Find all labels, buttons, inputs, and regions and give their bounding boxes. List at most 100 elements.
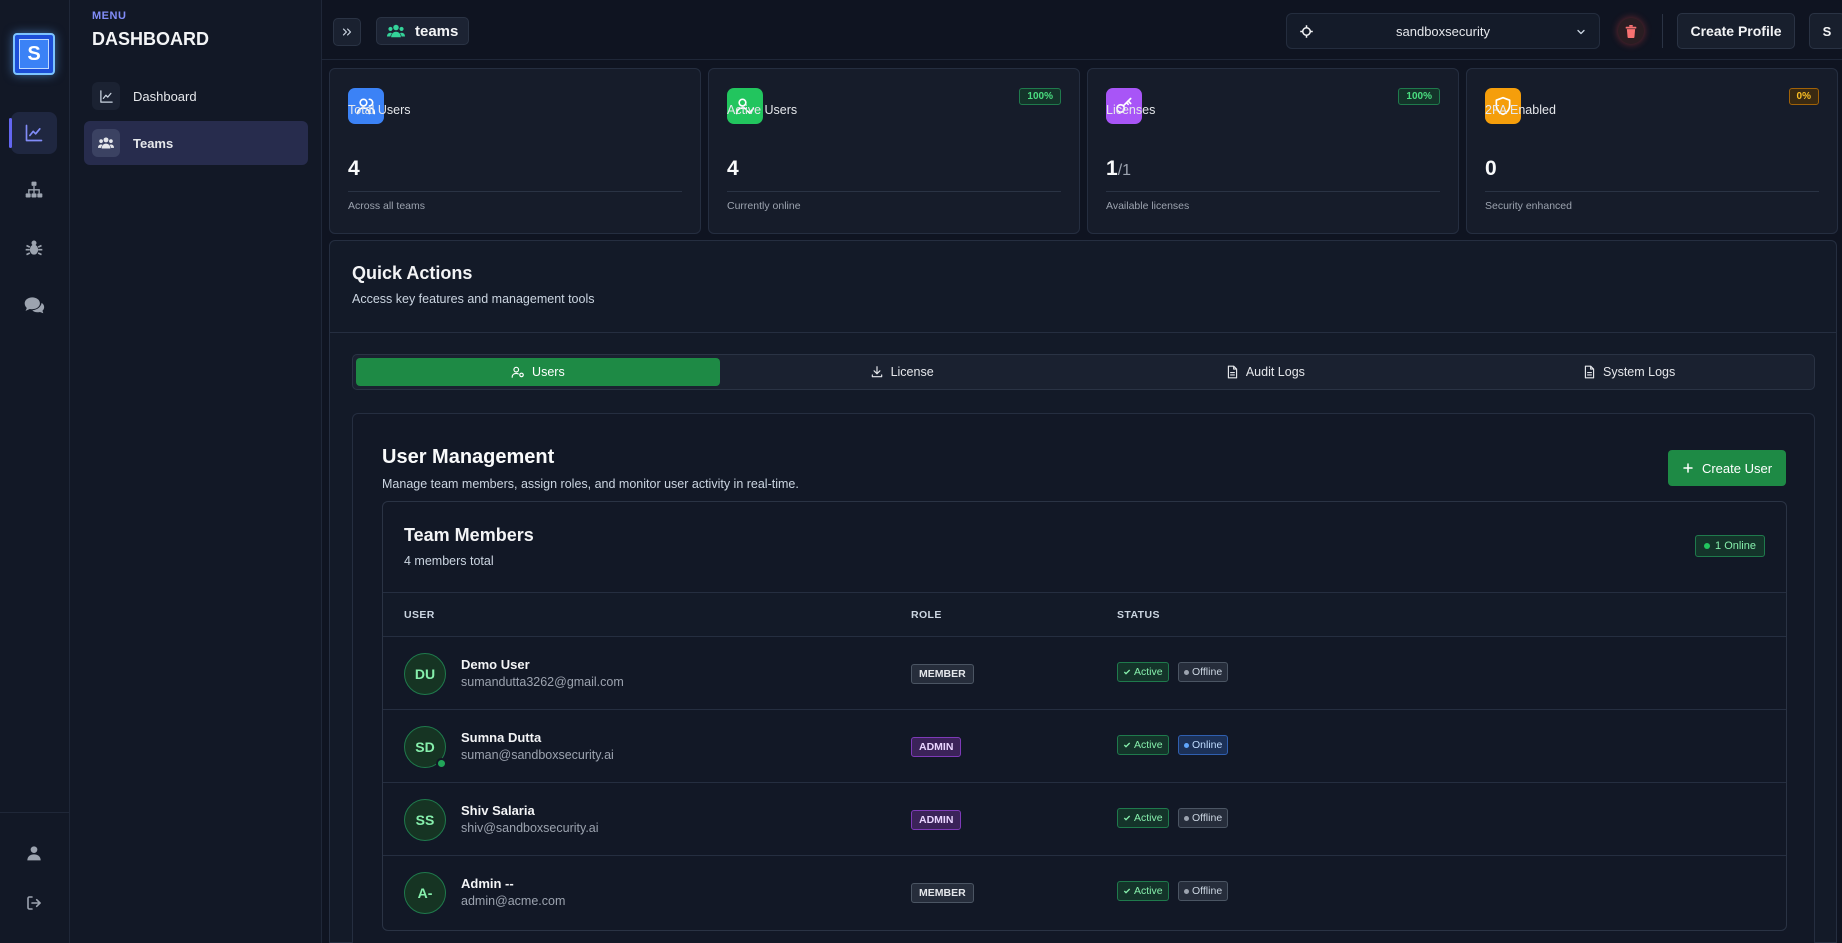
team-members-count: 4 members total [404,554,494,568]
user-email: admin@acme.com [461,894,566,908]
rail-chat-button[interactable] [11,284,57,326]
column-header-status: STATUS [1117,609,1160,621]
sidebar-item-dashboard[interactable]: Dashboard [84,74,308,118]
tab-license[interactable]: License [720,358,1084,386]
plus-icon [1682,462,1694,474]
status-badge: Active [1117,808,1169,828]
stat-card-licenses: 100% Licenses 1/1 Available licenses [1087,68,1459,234]
sidebar-item-label: Teams [133,135,174,151]
quick-actions-subtitle: Access key features and management tools [352,292,595,306]
column-header-role: ROLE [911,609,942,621]
check-icon [1123,668,1131,676]
download-icon [870,365,884,379]
quick-actions-tabs: Users License Audit Logs System Logs [352,354,1815,390]
stat-value: 4 [727,157,739,180]
stat-divider [1485,191,1819,192]
check-icon [1123,887,1131,895]
sidebar-item-label: Dashboard [133,88,197,104]
crosshair-icon [1299,24,1314,39]
status-badge: Active [1117,881,1169,901]
role-badge: ADMIN [911,810,962,830]
table-row[interactable]: DU Demo User sumandutta3262@gmail.com ME… [383,637,1786,710]
stat-divider [727,191,1061,192]
organization-select[interactable]: sandboxsecurity [1286,13,1600,49]
rail-divider [0,812,70,813]
file-icon [1583,365,1596,379]
team-members-title: Team Members [404,525,534,545]
user-name: Admin -- [461,876,514,891]
role-badge: MEMBER [911,664,974,684]
chevron-down-icon [1575,26,1587,38]
chat-icon [23,295,45,315]
rail-signout-button[interactable] [11,882,57,924]
delete-button[interactable] [1618,18,1644,44]
chart-line-icon [92,82,120,110]
stat-note: Available licenses [1106,200,1190,212]
presence-dot-icon [1184,742,1189,748]
stat-label: Active Users [727,103,798,117]
breadcrumb: teams [376,17,470,45]
presence-badge: Online [1178,735,1229,755]
menu-label: MENU [92,10,127,22]
user-icon [26,845,42,861]
org-chart-icon [24,180,44,200]
stat-note: Security enhanced [1485,200,1572,212]
tab-system-logs[interactable]: System Logs [1447,358,1811,386]
sign-out-icon [26,895,42,911]
rail-organization-button[interactable] [11,169,57,211]
user-name: Shiv Salaria [461,803,535,818]
rail-profile-button[interactable] [11,832,57,874]
check-icon [1123,741,1131,749]
user-cog-icon [511,365,525,379]
presence-dot-icon [1184,669,1189,675]
users-icon [387,24,405,38]
table-row[interactable]: SS Shiv Salaria shiv@sandboxsecurity.ai … [383,783,1786,856]
expand-sidebar-button[interactable] [333,18,361,46]
app-logo[interactable]: S [13,33,55,75]
chevrons-right-icon [340,25,354,39]
tab-users[interactable]: Users [356,358,720,386]
table-row[interactable]: SD Sumna Dutta suman@sandboxsecurity.ai … [383,710,1786,783]
quick-actions-panel: Quick Actions Access key features and ma… [329,240,1837,943]
sidebar-item-teams[interactable]: Teams [84,121,308,165]
rail-dashboard-button[interactable] [9,112,57,154]
user-name: Sumna Dutta [461,730,542,745]
tab-audit-logs[interactable]: Audit Logs [1084,358,1448,386]
online-dot-icon [1704,543,1711,549]
presence-badge: Offline [1178,808,1229,828]
menu-sidebar: MENU DASHBOARD Dashboard Teams [70,0,322,943]
menu-title: DASHBOARD [92,29,209,49]
create-profile-button[interactable]: Create Profile [1677,13,1795,49]
online-indicator-icon [436,758,447,769]
status-badge: Active [1117,735,1169,755]
stat-label: Total Users [348,103,411,117]
stat-note: Across all teams [348,200,426,212]
table-header: USER ROLE STATUS [383,592,1786,637]
presence-dot-icon [1184,815,1189,821]
presence-badge: Offline [1178,881,1229,901]
avatar[interactable]: S [1809,13,1842,49]
column-header-user: USER [404,609,435,621]
create-user-button[interactable]: Create User [1668,450,1786,486]
tab-label: License [890,365,934,379]
stat-label: 2FA Enabled [1485,103,1556,117]
avatar: SS [404,799,446,841]
stat-value: 4 [348,157,360,180]
avatar: DU [404,653,446,695]
icon-rail: S [0,0,70,943]
breadcrumb-label: teams [415,22,459,40]
user-email: suman@sandboxsecurity.ai [461,748,614,762]
user-name: Demo User [461,657,530,672]
top-bar: teams sandboxsecurity Create Profile S [322,0,1842,60]
file-icon [1226,365,1239,379]
status-badge: Active [1117,662,1169,682]
trash-icon [1625,24,1637,38]
stat-value: 1/1 [1106,157,1132,180]
table-row[interactable]: A- Admin -- admin@acme.com MEMBER Active… [383,856,1786,929]
online-count-badge: 1 Online [1695,535,1765,557]
stat-divider [348,191,682,192]
avatar: SD [404,726,447,769]
rail-bugs-button[interactable] [11,227,57,269]
team-members-card: Team Members 4 members total 1 Online US… [382,501,1787,931]
stat-card-2fa: 0% 2FA Enabled 0 Security enhanced [1466,68,1838,234]
